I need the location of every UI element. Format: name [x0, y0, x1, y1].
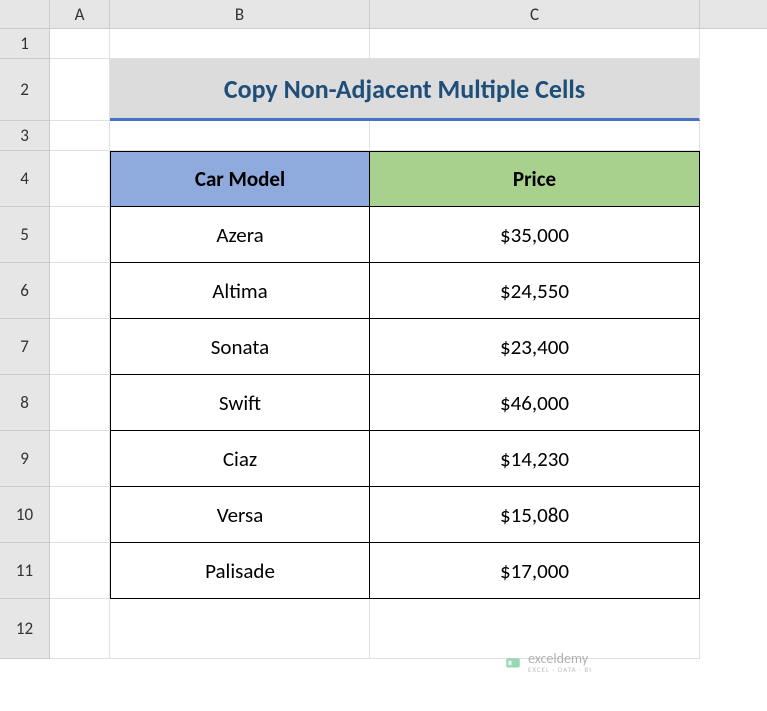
column-header-b[interactable]: B — [110, 0, 370, 28]
cell-model-1[interactable]: Altima — [110, 263, 370, 319]
cell-price-6[interactable]: $17,000 — [370, 543, 700, 599]
cell-model-0[interactable]: Azera — [110, 207, 370, 263]
row-11: 11 Palisade $17,000 — [0, 543, 767, 599]
row-9: 9 Ciaz $14,230 — [0, 431, 767, 487]
row-10: 10 Versa $15,080 — [0, 487, 767, 543]
row-7: 7 Sonata $23,400 — [0, 319, 767, 375]
cell-a9[interactable] — [50, 431, 110, 487]
row-1: 1 — [0, 29, 767, 59]
row-header-5[interactable]: 5 — [0, 207, 50, 263]
cell-price-4[interactable]: $14,230 — [370, 431, 700, 487]
table-header-price[interactable]: Price — [370, 151, 700, 207]
cell-a11[interactable] — [50, 543, 110, 599]
exceldemy-logo-icon — [504, 654, 522, 672]
row-12: 12 — [0, 599, 767, 659]
row-header-3[interactable]: 3 — [0, 121, 50, 151]
watermark: exceldemy EXCEL · DATA · BI — [504, 652, 592, 673]
column-headers-row: A B C — [0, 0, 767, 29]
cell-a8[interactable] — [50, 375, 110, 431]
row-3: 3 — [0, 121, 767, 151]
watermark-name: exceldemy — [528, 652, 592, 666]
row-header-10[interactable]: 10 — [0, 487, 50, 543]
cell-model-3[interactable]: Swift — [110, 375, 370, 431]
cell-a6[interactable] — [50, 263, 110, 319]
row-header-2[interactable]: 2 — [0, 59, 50, 121]
row-8: 8 Swift $46,000 — [0, 375, 767, 431]
cell-a12[interactable] — [50, 599, 110, 659]
column-header-c[interactable]: C — [370, 0, 700, 28]
cell-price-2[interactable]: $23,400 — [370, 319, 700, 375]
cell-price-3[interactable]: $46,000 — [370, 375, 700, 431]
row-header-4[interactable]: 4 — [0, 151, 50, 207]
row-2: 2 Copy Non-Adjacent Multiple Cells — [0, 59, 767, 121]
cell-price-5[interactable]: $15,080 — [370, 487, 700, 543]
cell-c3[interactable] — [370, 121, 700, 151]
table-header-model[interactable]: Car Model — [110, 151, 370, 207]
spreadsheet-grid: A B C 1 2 Copy Non-Adjacent Multiple Cel… — [0, 0, 767, 711]
row-header-6[interactable]: 6 — [0, 263, 50, 319]
title-cell[interactable]: Copy Non-Adjacent Multiple Cells — [110, 59, 700, 121]
cell-price-1[interactable]: $24,550 — [370, 263, 700, 319]
cell-b1[interactable] — [110, 29, 370, 59]
watermark-texts: exceldemy EXCEL · DATA · BI — [528, 652, 592, 673]
row-header-12[interactable]: 12 — [0, 599, 50, 659]
row-header-1[interactable]: 1 — [0, 29, 50, 59]
row-6: 6 Altima $24,550 — [0, 263, 767, 319]
cell-a4[interactable] — [50, 151, 110, 207]
cell-b12[interactable] — [110, 599, 370, 659]
cell-a2[interactable] — [50, 59, 110, 121]
row-header-8[interactable]: 8 — [0, 375, 50, 431]
cell-c1[interactable] — [370, 29, 700, 59]
cell-model-4[interactable]: Ciaz — [110, 431, 370, 487]
row-header-7[interactable]: 7 — [0, 319, 50, 375]
row-5: 5 Azera $35,000 — [0, 207, 767, 263]
select-all-corner[interactable] — [0, 0, 50, 28]
cell-a1[interactable] — [50, 29, 110, 59]
cell-price-0[interactable]: $35,000 — [370, 207, 700, 263]
cell-a5[interactable] — [50, 207, 110, 263]
row-header-11[interactable]: 11 — [0, 543, 50, 599]
cell-a10[interactable] — [50, 487, 110, 543]
row-header-9[interactable]: 9 — [0, 431, 50, 487]
cell-model-2[interactable]: Sonata — [110, 319, 370, 375]
row-4: 4 Car Model Price — [0, 151, 767, 207]
cell-b3[interactable] — [110, 121, 370, 151]
watermark-sub: EXCEL · DATA · BI — [528, 666, 592, 673]
cell-model-5[interactable]: Versa — [110, 487, 370, 543]
cell-model-6[interactable]: Palisade — [110, 543, 370, 599]
column-header-a[interactable]: A — [50, 0, 110, 28]
cell-a3[interactable] — [50, 121, 110, 151]
cell-a7[interactable] — [50, 319, 110, 375]
